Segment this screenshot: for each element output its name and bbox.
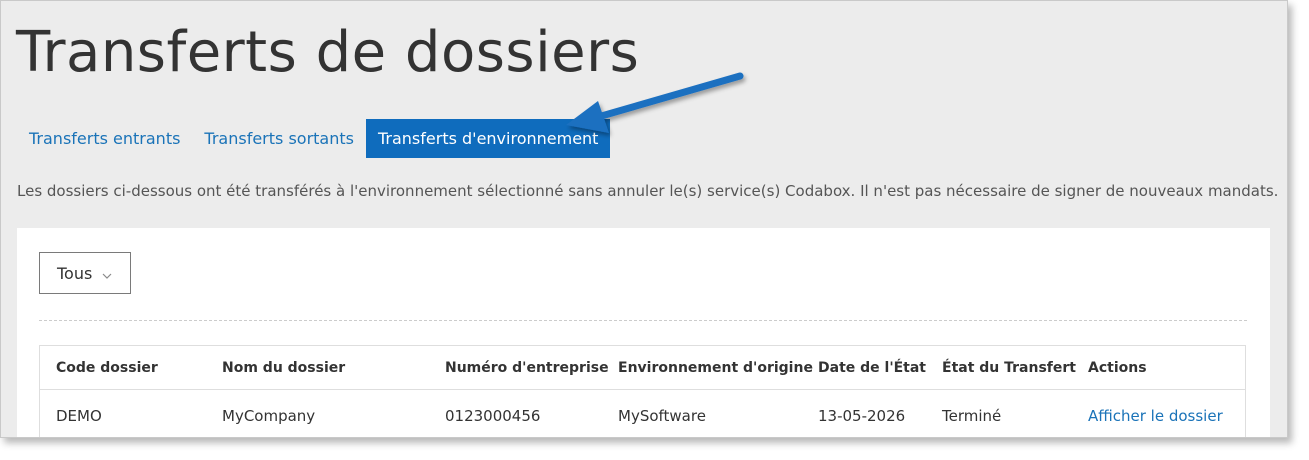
table-row: DEMO MyCompany 0123000456 MySoftware 13-… bbox=[40, 390, 1245, 437]
tab-outgoing-transfers[interactable]: Transferts sortants bbox=[192, 119, 366, 158]
column-header-code[interactable]: Code dossier bbox=[56, 346, 158, 389]
chevron-down-icon bbox=[102, 264, 112, 283]
pointer-arrow-icon bbox=[566, 72, 744, 133]
transfers-table: Code dossier Nom du dossier Numéro d'ent… bbox=[39, 345, 1246, 437]
page-title: Transferts de dossiers bbox=[16, 20, 640, 85]
tab-incoming-transfers[interactable]: Transferts entrants bbox=[17, 119, 192, 158]
description-text: Les dossiers ci-dessous ont été transfér… bbox=[17, 182, 1279, 200]
column-header-origin-environment[interactable]: Environnement d'origine bbox=[618, 346, 813, 389]
filter-selected-value: Tous bbox=[57, 263, 93, 283]
column-header-name[interactable]: Nom du dossier bbox=[222, 346, 345, 389]
cell-code: DEMO bbox=[56, 407, 102, 425]
status-filter-dropdown[interactable]: Tous bbox=[39, 252, 131, 294]
column-header-transfer-state[interactable]: État du Transfert bbox=[942, 346, 1076, 389]
cell-company-number: 0123000456 bbox=[445, 407, 541, 425]
cell-transfer-state: Terminé bbox=[942, 407, 1002, 425]
table-header-row: Code dossier Nom du dossier Numéro d'ent… bbox=[40, 346, 1245, 390]
cell-origin-environment: MySoftware bbox=[618, 407, 706, 425]
column-header-company-number[interactable]: Numéro d'entreprise bbox=[445, 346, 609, 389]
page-frame: Transferts de dossiers Transferts entran… bbox=[0, 0, 1288, 438]
cell-state-date: 13-05-2026 bbox=[818, 407, 906, 425]
transfers-card: Tous Code dossier Nom du dossier Numéro … bbox=[17, 228, 1270, 437]
tab-bar: Transferts entrants Transferts sortants … bbox=[17, 119, 611, 158]
cell-name: MyCompany bbox=[222, 407, 316, 425]
column-header-state-date[interactable]: Date de l'État bbox=[818, 346, 926, 389]
column-header-actions: Actions bbox=[1088, 359, 1147, 376]
divider bbox=[39, 320, 1247, 321]
view-dossier-link[interactable]: Afficher le dossier bbox=[1088, 390, 1223, 437]
